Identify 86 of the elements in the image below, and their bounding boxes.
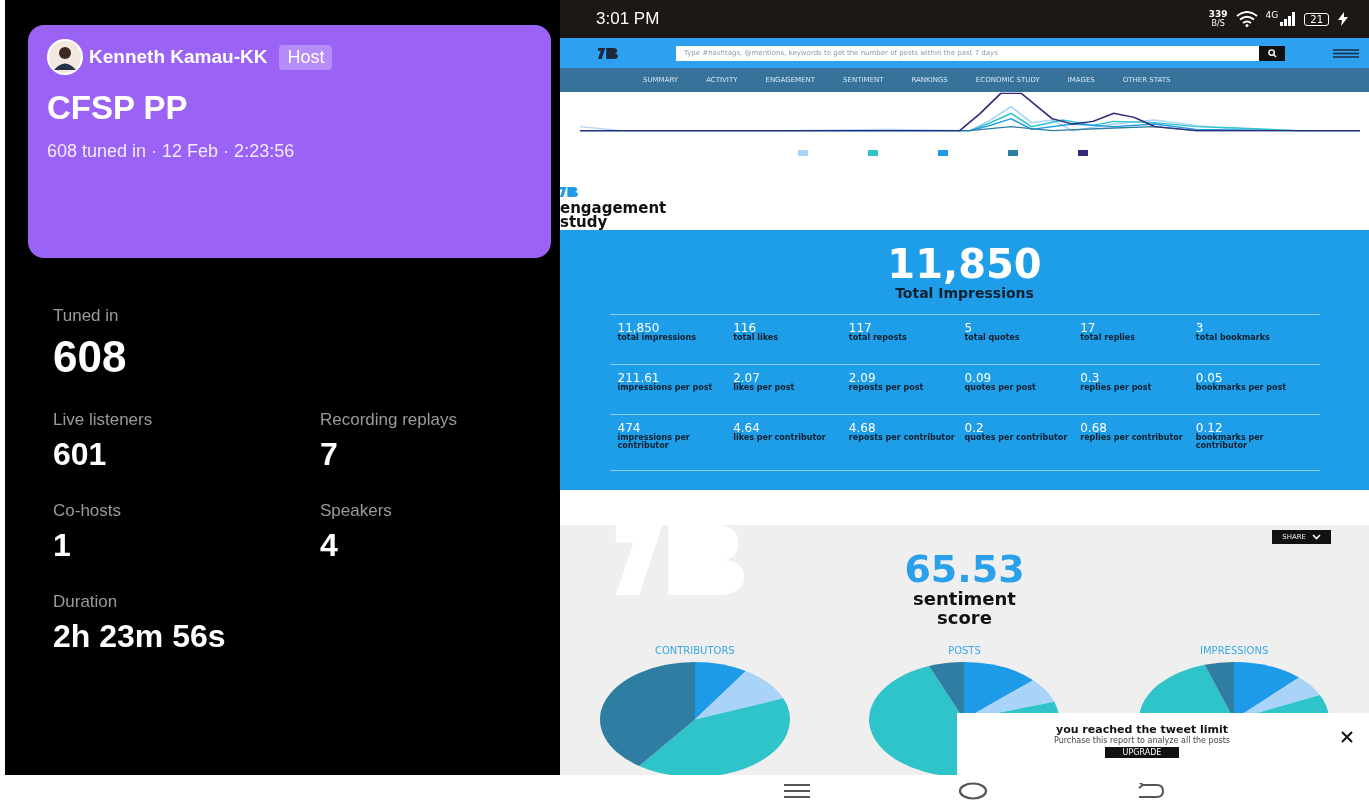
space-title: CFSP PP [47, 89, 189, 127]
stat-label: Live listeners [53, 410, 154, 430]
avatar-icon [47, 39, 83, 75]
stat-value: 608 [53, 332, 128, 382]
close-icon[interactable] [1341, 731, 1353, 743]
logo-icon [598, 47, 618, 59]
search-button[interactable] [1259, 45, 1285, 61]
charging-icon [1337, 12, 1349, 26]
wifi-icon [1235, 11, 1258, 27]
metric-value: 0.2 [964, 422, 984, 434]
metric-value: 11,850 [617, 322, 660, 334]
metric-label: impressions per post [617, 384, 714, 392]
logo-icon [560, 187, 578, 197]
metric-value: 5 [964, 322, 973, 334]
legend-swatch [798, 150, 808, 156]
space-subtitle: 608 tuned in · 12 Feb · 2:23:56 [47, 141, 296, 162]
stat-value: 601 [53, 436, 108, 473]
network-type: 4G [1265, 10, 1279, 20]
stat-label: Recording replays [320, 410, 458, 430]
metric-label: likes per post [733, 384, 796, 392]
menu-icon[interactable] [1333, 48, 1359, 58]
signal-icon [1280, 12, 1297, 26]
search-icon [1267, 48, 1277, 58]
chevron-down-icon [1312, 534, 1321, 540]
stat-value: 7 [320, 436, 339, 473]
metric-label: total bookmarks [1195, 334, 1271, 342]
menu-icon[interactable] [784, 784, 811, 798]
pie-title: POSTS [948, 645, 981, 656]
stat-value: 4 [320, 527, 339, 564]
metric-label: total quotes [964, 334, 1021, 342]
metric-label: replies per contributor [1080, 434, 1184, 442]
metric-value: 0.3 [1080, 372, 1100, 384]
stat-label: Tuned in [53, 306, 120, 326]
metric-label: reposts per post [848, 384, 925, 392]
metric-label: total reposts [848, 334, 908, 342]
metric-value: 0.09 [964, 372, 992, 384]
back-icon[interactable] [1136, 783, 1165, 799]
sentiment-score: 65.53 [904, 549, 1025, 589]
battery-level: 21 [1304, 12, 1329, 26]
legend-swatch [1078, 150, 1088, 156]
metric-label: total replies [1080, 334, 1137, 342]
metric-label: replies per post [1080, 384, 1153, 392]
metric-label: quotes per post [964, 384, 1037, 392]
home-icon[interactable] [958, 782, 989, 800]
stat-label: Co-hosts [53, 501, 123, 521]
metric-value: 0.68 [1080, 422, 1107, 434]
legend-swatch [868, 150, 878, 156]
host-name: Kenneth Kamau-KK [89, 46, 268, 68]
metric-value: 2.07 [733, 372, 761, 384]
metric-value: 17 [1080, 322, 1096, 334]
metric-value: 0.12 [1195, 422, 1223, 434]
metric-value: 3 [1195, 322, 1204, 334]
popup-text: Purchase this report to analyze all the posts [1053, 736, 1231, 745]
pie-title: IMPRESSIONS [1200, 645, 1269, 656]
section-heading: engagement study [560, 201, 668, 229]
metric-label: bookmarks per contributor [1195, 434, 1265, 450]
metric-label: quotes per contributor [964, 434, 1069, 442]
clock: 3:01 PM [596, 9, 660, 29]
host-badge: Host [279, 44, 333, 70]
metric-label: total likes [733, 334, 780, 342]
total-label: Total Impressions [894, 286, 1035, 300]
metric-value: 2.09 [848, 372, 877, 384]
metric-value: 211.61 [617, 372, 660, 384]
metric-label: total impressions [617, 334, 697, 342]
metric-value: 4.68 [848, 422, 877, 434]
legend-swatch [938, 150, 948, 156]
metric-label: reposts per contributor [848, 434, 956, 442]
upgrade-button[interactable]: UPGRADE [1104, 747, 1180, 758]
metric-label: bookmarks per post [1195, 384, 1288, 392]
stat-value: 1 [53, 527, 72, 564]
stat-value: 2h 23m 56s [53, 618, 227, 655]
metric-label: likes per contributor [733, 434, 827, 442]
score-label: sentiment score [912, 589, 1017, 627]
metric-value: 117 [848, 322, 873, 334]
stat-label: Speakers [320, 501, 393, 521]
popup-title: you reached the tweet limit [1055, 723, 1229, 736]
metric-value: 474 [617, 422, 641, 434]
metric-value: 4.64 [733, 422, 761, 434]
pie-title: CONTRIBUTORS [654, 645, 735, 656]
legend-swatch [1008, 150, 1018, 156]
stat-label: Duration [53, 592, 119, 612]
metric-label: impressions per contributor [617, 434, 691, 450]
metric-value: 116 [733, 322, 758, 334]
network-speed: 339 B/S [1208, 10, 1228, 28]
metric-value: 0.05 [1195, 372, 1223, 384]
total-value: 11,850 [887, 242, 1042, 286]
